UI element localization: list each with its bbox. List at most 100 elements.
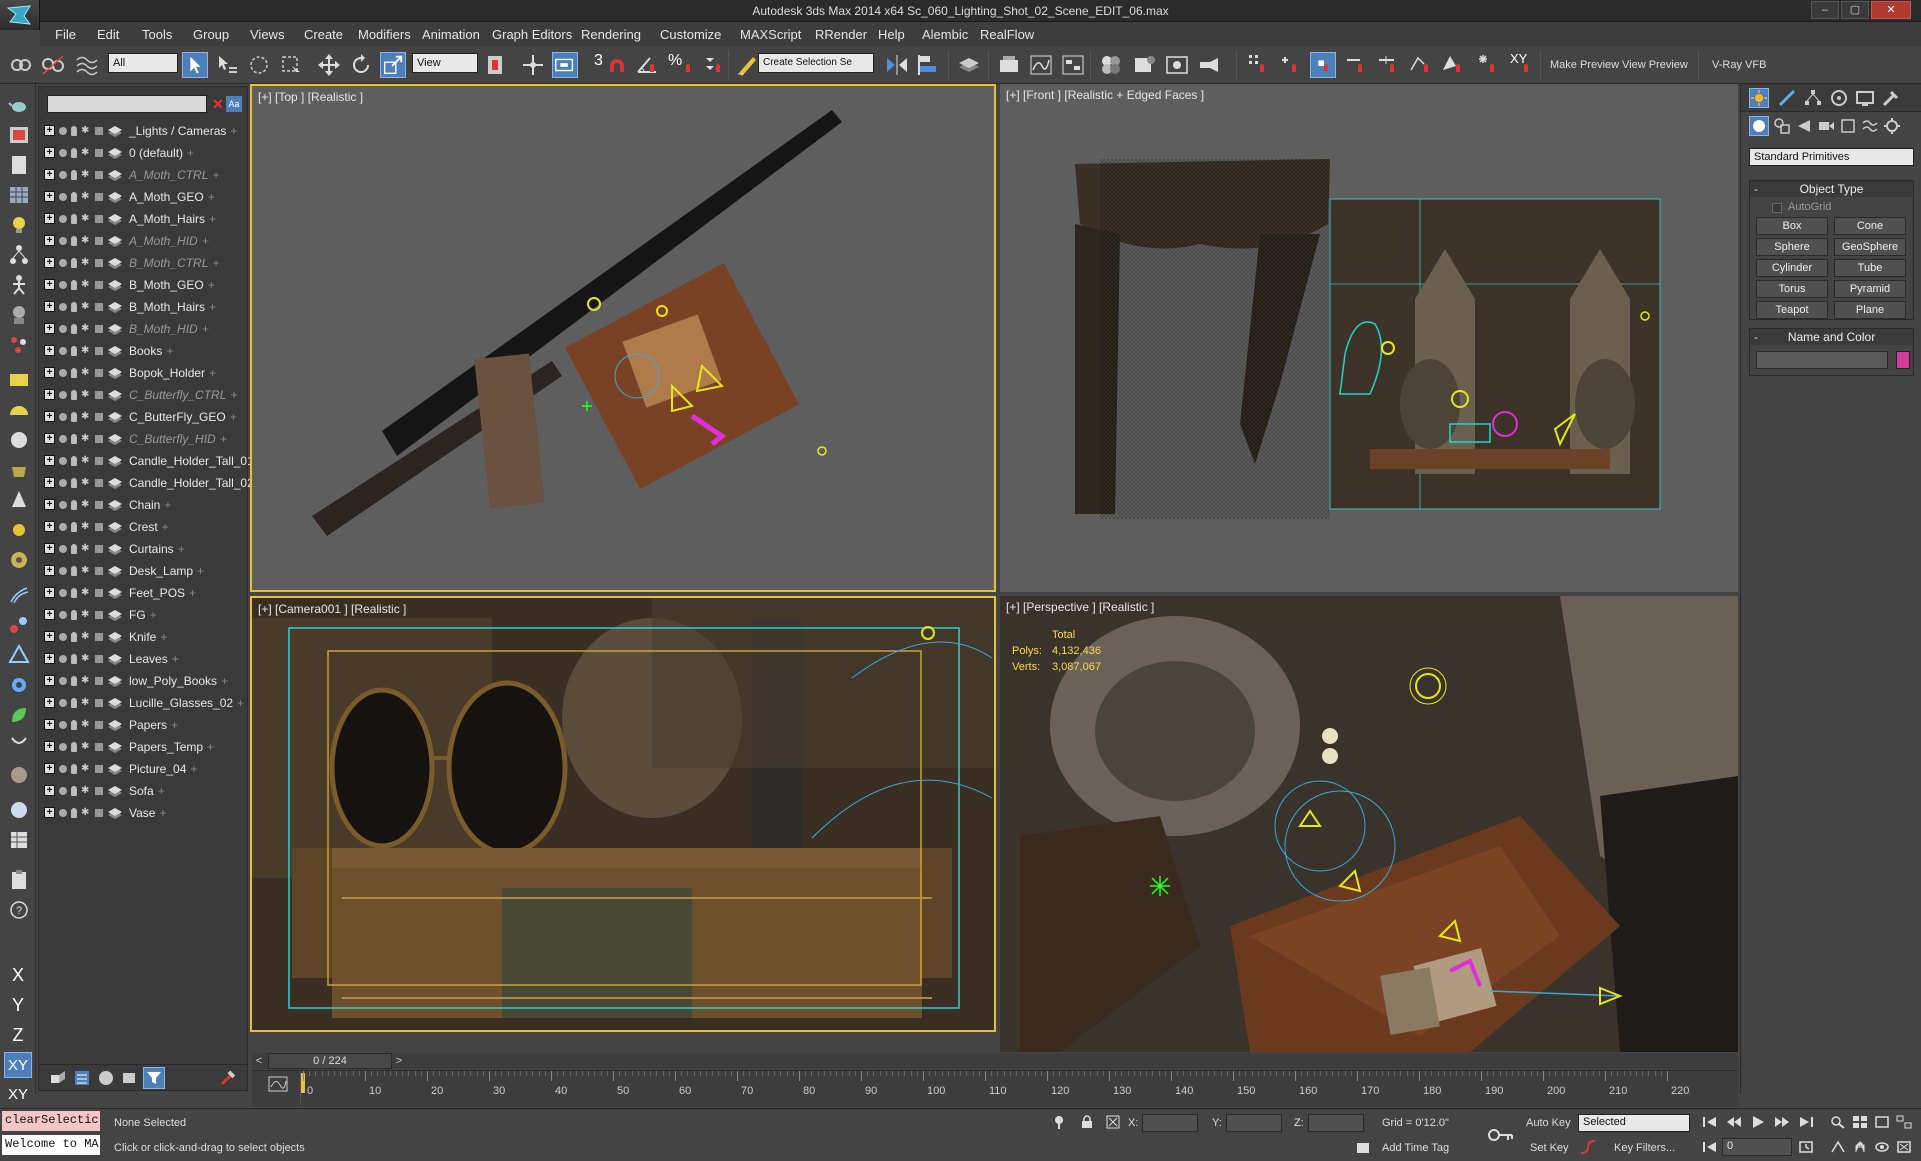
schematic-view-icon[interactable]	[1060, 52, 1086, 78]
visibility-toggle-icon[interactable]	[59, 237, 67, 245]
visibility-toggle-icon[interactable]	[59, 655, 67, 663]
layer-row[interactable]: + ✱ FG +	[43, 605, 243, 625]
freeze-toggle-icon[interactable]: ✱	[81, 456, 91, 466]
utilities-tab-icon[interactable]	[1881, 88, 1901, 108]
region-select-icon[interactable]	[246, 52, 272, 78]
x-coord-input[interactable]	[1142, 1114, 1198, 1132]
render-toggle-icon[interactable]	[71, 390, 77, 400]
freeze-toggle-icon[interactable]: ✱	[81, 720, 91, 730]
box-mode-toggle-icon[interactable]	[95, 809, 103, 817]
render-toggle-icon[interactable]	[71, 698, 77, 708]
visibility-toggle-icon[interactable]	[59, 809, 67, 817]
object-name-input[interactable]	[1756, 351, 1888, 369]
menu-views[interactable]: Views	[250, 27, 284, 42]
layer-row[interactable]: + ✱ Picture_04 +	[43, 759, 243, 779]
freeze-toggle-icon[interactable]: ✱	[81, 412, 91, 422]
viewport-camera[interactable]: [+] [Camera001 ] [Realistic ]	[250, 596, 996, 1032]
pyramid-button[interactable]: Pyramid	[1834, 280, 1906, 298]
layer-row[interactable]: + ✱ Chain +	[43, 495, 243, 515]
bind-to-space-warp-icon[interactable]	[74, 52, 100, 78]
visibility-toggle-icon[interactable]	[59, 127, 67, 135]
visibility-toggle-icon[interactable]	[59, 413, 67, 421]
box-button[interactable]: Box	[1756, 217, 1828, 235]
selection-lock-icon[interactable]	[1080, 1115, 1094, 1129]
render-toggle-icon[interactable]	[71, 434, 77, 444]
render-toggle-icon[interactable]	[71, 258, 77, 268]
rendered-frame-window-icon[interactable]	[1164, 52, 1190, 78]
box-mode-toggle-icon[interactable]	[95, 171, 103, 179]
viewport-perspective-label[interactable]: [+] [Perspective ] [Realistic ]	[1006, 600, 1154, 614]
box-mode-toggle-icon[interactable]	[95, 193, 103, 201]
expand-toggle[interactable]: +	[44, 323, 55, 334]
freeze-toggle-icon[interactable]: ✱	[81, 148, 91, 158]
rig-icon[interactable]	[8, 644, 30, 666]
box-mode-toggle-icon[interactable]	[95, 589, 103, 597]
molecule-icon[interactable]	[8, 614, 30, 636]
previous-frame-icon[interactable]	[1726, 1115, 1742, 1129]
visibility-toggle-icon[interactable]	[59, 435, 67, 443]
box-mode-toggle-icon[interactable]	[95, 237, 103, 245]
box-mode-toggle-icon[interactable]	[95, 523, 103, 531]
layer-row[interactable]: + ✱ Candle_Holder_Tall_01+	[43, 451, 265, 471]
autogrid-checkbox[interactable]	[1772, 203, 1782, 213]
zoom-extents-icon[interactable]	[1874, 1115, 1890, 1129]
rotate-icon[interactable]	[348, 52, 374, 78]
teapot-icon[interactable]	[8, 94, 30, 116]
layer-row[interactable]: + ✱ Leaves +	[43, 649, 243, 669]
box-mode-toggle-icon[interactable]	[95, 501, 103, 509]
render-toggle-icon[interactable]	[71, 610, 77, 620]
vray-vfb-button[interactable]: V-Ray VFB	[1712, 59, 1766, 71]
expand-toggle[interactable]: +	[44, 389, 55, 400]
helpers-category-icon[interactable]	[1839, 117, 1857, 135]
render-toggle-icon[interactable]	[71, 522, 77, 532]
render-toggle-icon[interactable]	[71, 456, 77, 466]
menu-rendering[interactable]: Rendering	[581, 27, 641, 42]
expand-toggle[interactable]: +	[44, 741, 55, 752]
layer-row[interactable]: + ✱ Knife +	[43, 627, 243, 647]
case-sensitive-toggle[interactable]: Aa	[226, 96, 242, 112]
freeze-toggle-icon[interactable]: ✱	[81, 236, 91, 246]
viewport-top-label[interactable]: [+] [Top ] [Realistic ]	[258, 90, 363, 104]
expand-toggle[interactable]: +	[44, 301, 55, 312]
layer-row[interactable]: + ✱ Curtains +	[43, 539, 243, 559]
render-toggle-icon[interactable]	[71, 500, 77, 510]
layer-row[interactable]: + ✱ Feet_POS +	[43, 583, 243, 603]
layer-row[interactable]: + ✱ A_Moth_GEO +	[43, 187, 243, 207]
set-key-button[interactable]: Set Key	[1530, 1142, 1569, 1154]
modify-tab-icon[interactable]	[1777, 88, 1797, 108]
dome-icon[interactable]	[8, 399, 30, 421]
cone-button[interactable]: Cone	[1834, 217, 1906, 235]
box-mode-toggle-icon[interactable]	[95, 611, 103, 619]
display-materials-icon[interactable]	[97, 1069, 115, 1087]
visibility-toggle-icon[interactable]	[59, 743, 67, 751]
render-toggle-icon[interactable]	[71, 566, 77, 576]
key-filters-button[interactable]: Key Filters...	[1614, 1142, 1675, 1154]
menu-modifiers[interactable]: Modifiers	[358, 27, 411, 42]
visibility-toggle-icon[interactable]	[59, 259, 67, 267]
box-mode-toggle-icon[interactable]	[95, 149, 103, 157]
time-tag-icon[interactable]	[1356, 1141, 1370, 1155]
visibility-toggle-icon[interactable]	[59, 303, 67, 311]
freeze-toggle-icon[interactable]: ✱	[81, 302, 91, 312]
visibility-toggle-icon[interactable]	[59, 677, 67, 685]
menu-help[interactable]: Help	[878, 27, 905, 42]
torus-button[interactable]: Torus	[1756, 280, 1828, 298]
expand-toggle[interactable]: +	[44, 719, 55, 730]
space-warps-category-icon[interactable]	[1861, 117, 1879, 135]
layer-row[interactable]: + ✱ Bopok_Holder +	[43, 363, 243, 383]
expand-toggle[interactable]: +	[44, 543, 55, 554]
snap-magnet-icon[interactable]	[604, 52, 630, 78]
layer-row[interactable]: + ✱ B_Moth_HID +	[43, 319, 243, 339]
box-mode-toggle-icon[interactable]	[95, 435, 103, 443]
freeze-toggle-icon[interactable]: ✱	[81, 786, 91, 796]
visibility-toggle-icon[interactable]	[59, 149, 67, 157]
help-icon[interactable]: ?	[8, 899, 30, 921]
hierarchy-icon[interactable]	[8, 244, 30, 266]
box-mode-toggle-icon[interactable]	[95, 215, 103, 223]
keyboard-shortcut-override-button[interactable]	[552, 52, 578, 78]
menu-edit[interactable]: Edit	[97, 27, 119, 42]
freeze-toggle-icon[interactable]: ✱	[81, 170, 91, 180]
render-toggle-icon[interactable]	[71, 478, 77, 488]
zoom-all-icon[interactable]	[1852, 1115, 1868, 1129]
box-mode-toggle-icon[interactable]	[95, 127, 103, 135]
